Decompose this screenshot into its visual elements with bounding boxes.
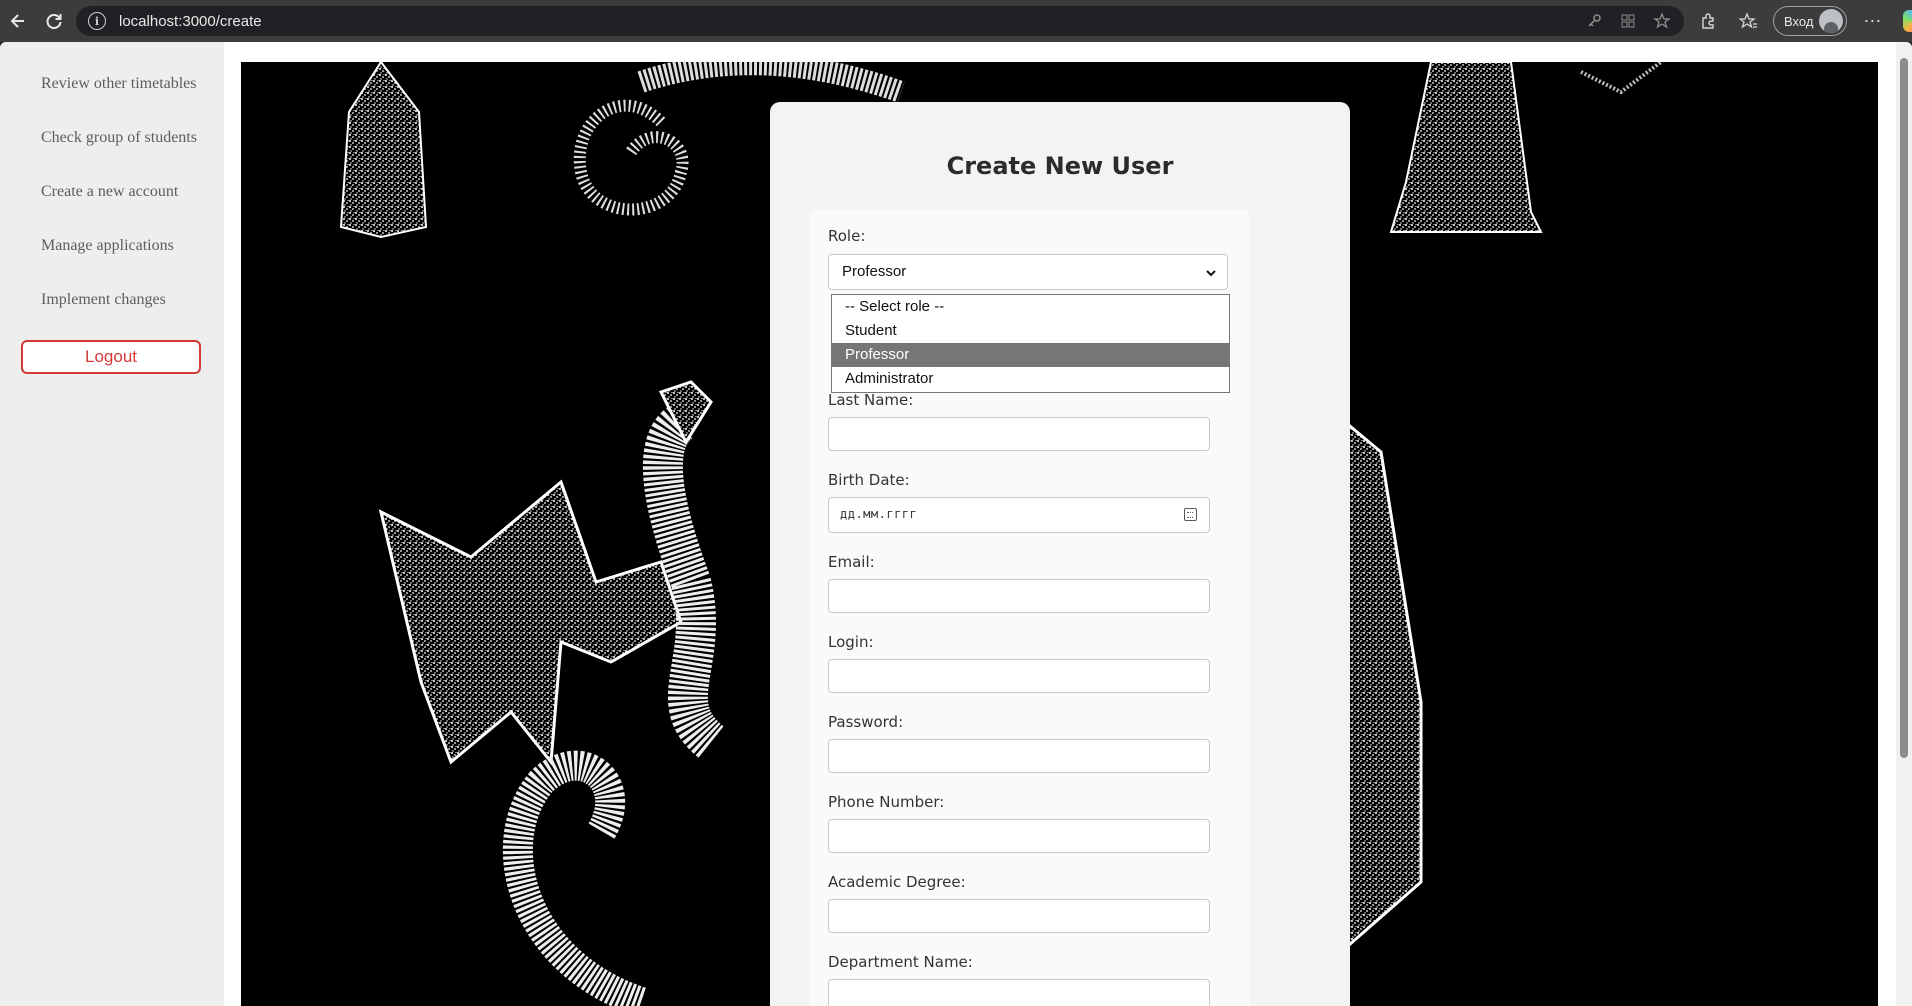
birth-date-input[interactable]: дд.мм.гггг xyxy=(828,497,1210,533)
sidebar-item-check-group[interactable]: Check group of students xyxy=(41,128,221,148)
role-option-professor[interactable]: Professor xyxy=(832,343,1229,367)
profile-login-button[interactable]: Вход xyxy=(1773,6,1848,36)
department-label: Department Name: xyxy=(828,953,973,971)
key-icon[interactable] xyxy=(1584,11,1604,31)
last-name-input[interactable] xyxy=(828,417,1210,451)
extensions-icon[interactable] xyxy=(1693,6,1723,36)
avatar-icon xyxy=(1819,9,1844,33)
phone-label: Phone Number: xyxy=(828,793,945,811)
birth-date-label: Birth Date: xyxy=(828,471,910,489)
scrollbar-thumb[interactable] xyxy=(1900,58,1908,758)
reload-icon[interactable] xyxy=(36,3,72,39)
role-label: Role: xyxy=(828,227,866,245)
last-name-label: Last Name: xyxy=(828,391,914,409)
role-select[interactable]: Professor xyxy=(828,254,1228,290)
department-input[interactable] xyxy=(828,979,1210,1006)
password-input[interactable] xyxy=(828,739,1210,773)
degree-input[interactable] xyxy=(828,899,1210,933)
logout-button[interactable]: Logout xyxy=(21,340,201,374)
url-text: localhost:3000/create xyxy=(119,12,262,30)
address-bar[interactable]: i localhost:3000/create xyxy=(76,6,1684,36)
sidebar: Review other timetables Check group of s… xyxy=(0,42,224,1006)
degree-label: Academic Degree: xyxy=(828,873,966,891)
role-option-select[interactable]: -- Select role -- xyxy=(832,295,1229,319)
role-option-student[interactable]: Student xyxy=(832,319,1229,343)
back-icon[interactable] xyxy=(0,3,36,39)
role-select-value: Professor xyxy=(842,263,907,280)
page-title: Create New User xyxy=(946,152,1174,180)
page-viewport: Review other timetables Check group of s… xyxy=(0,42,1912,1006)
favorite-star-icon[interactable] xyxy=(1652,11,1672,31)
role-option-administrator[interactable]: Administrator xyxy=(832,367,1229,391)
site-info-icon[interactable]: i xyxy=(88,12,106,30)
phone-input[interactable] xyxy=(828,819,1210,853)
password-label: Password: xyxy=(828,713,904,731)
login-input[interactable] xyxy=(828,659,1210,693)
role-dropdown-list: -- Select role -- Student Professor Admi… xyxy=(831,294,1230,393)
sidebar-item-implement-changes[interactable]: Implement changes xyxy=(41,290,221,310)
email-input[interactable] xyxy=(828,579,1210,613)
sidebar-item-review-timetables[interactable]: Review other timetables xyxy=(41,74,221,94)
sidebar-item-create-account[interactable]: Create a new account xyxy=(41,182,221,202)
apps-icon[interactable] xyxy=(1618,11,1638,31)
birth-date-placeholder: дд.мм.гггг xyxy=(840,507,918,521)
create-user-card: Create New User Role: Professor Last Nam… xyxy=(770,102,1350,1006)
page-scrollbar[interactable] xyxy=(1896,42,1912,1006)
chevron-down-icon xyxy=(1206,270,1216,277)
login-label: Login: xyxy=(828,633,874,651)
login-label: Вход xyxy=(1784,13,1814,29)
favorites-icon[interactable] xyxy=(1733,6,1763,36)
more-menu-icon[interactable]: ⋯ xyxy=(1857,6,1887,36)
calendar-icon[interactable] xyxy=(1184,508,1197,521)
email-label: Email: xyxy=(828,553,875,571)
sidebar-item-manage-applications[interactable]: Manage applications xyxy=(41,236,221,256)
copilot-icon[interactable] xyxy=(1903,10,1912,32)
browser-toolbar: i localhost:3000/create Вход ⋯ xyxy=(0,0,1912,42)
